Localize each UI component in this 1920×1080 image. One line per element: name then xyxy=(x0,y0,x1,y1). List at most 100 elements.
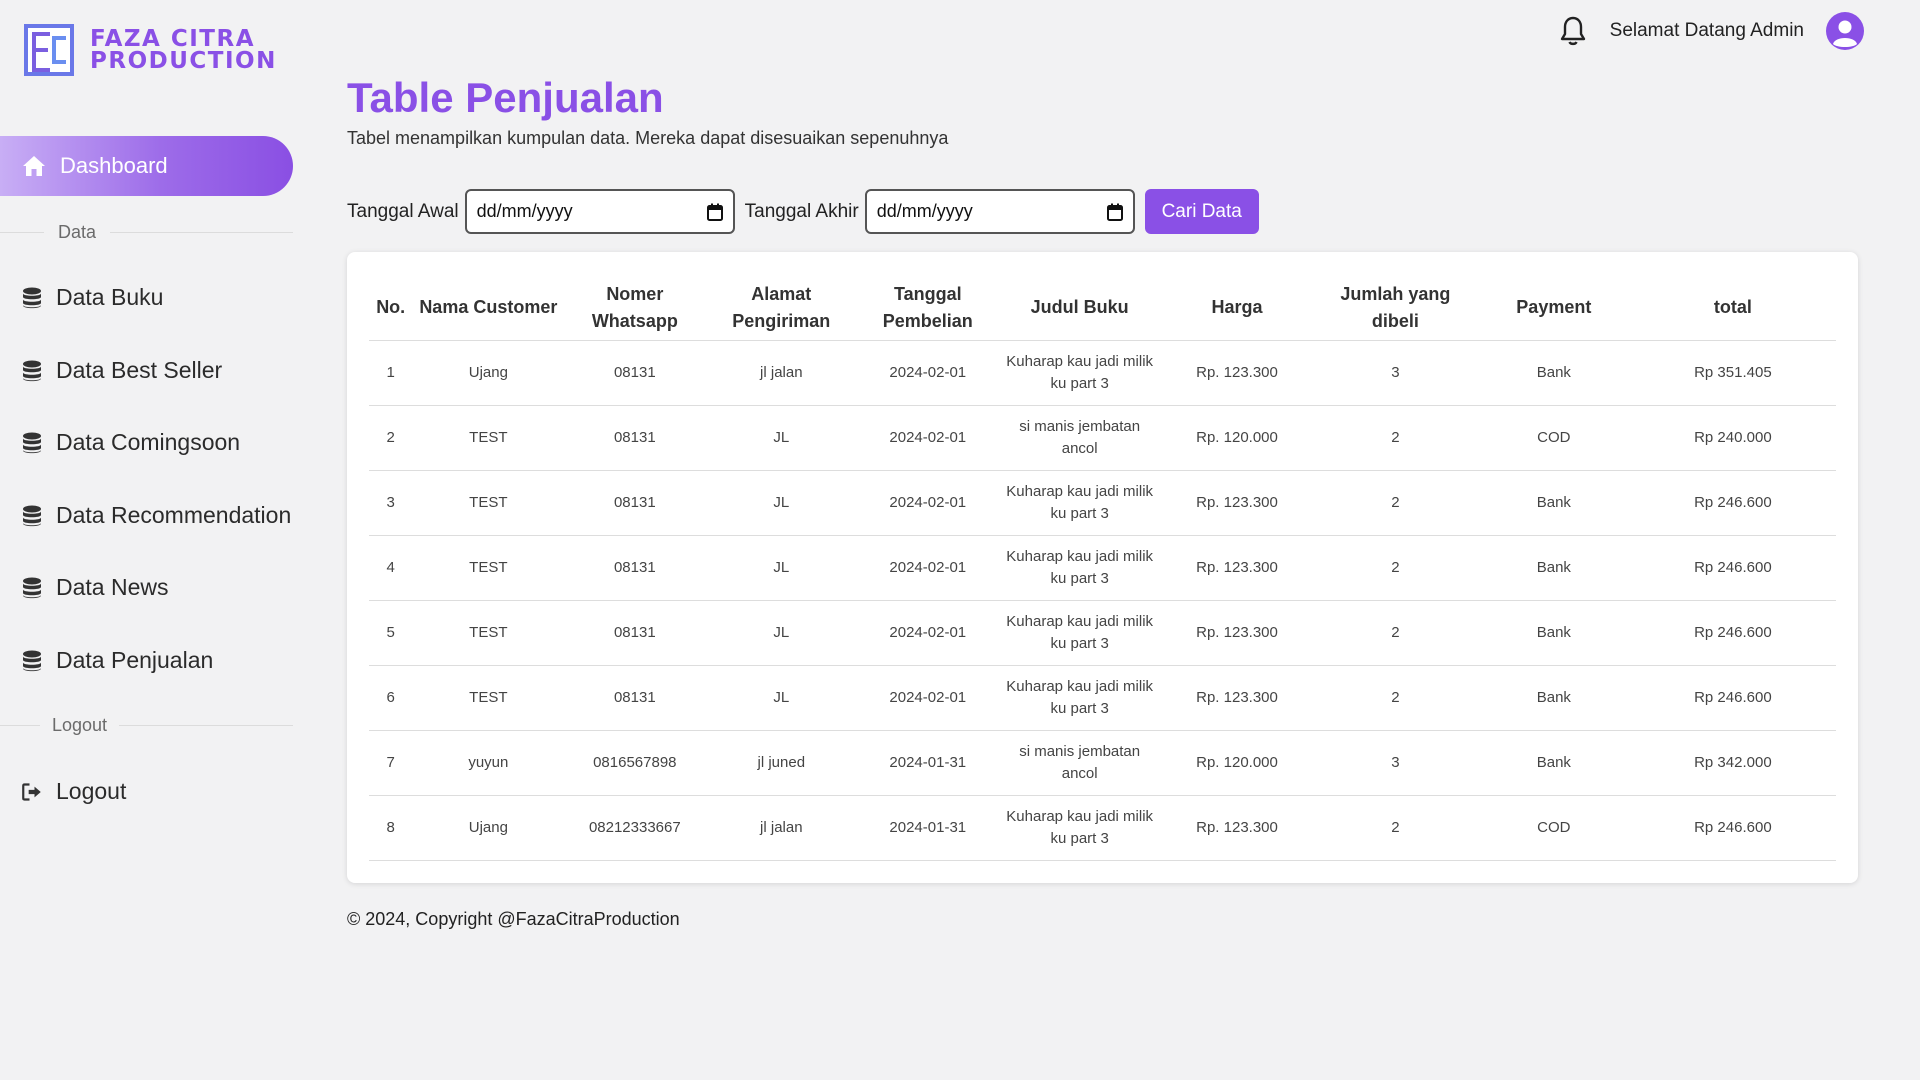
column-header-total[interactable]: total xyxy=(1629,276,1836,341)
database-icon xyxy=(23,360,41,381)
cell-total: Rp 246.600 xyxy=(1629,470,1836,536)
date-filter-bar: Tanggal Awal dd/mm/yyyy Tanggal Akhir dd… xyxy=(347,189,1259,234)
column-header-harga[interactable]: Harga xyxy=(1161,276,1313,341)
sidebar-item-label: Dashboard xyxy=(60,153,168,178)
cell-whatsapp: 08131 xyxy=(564,600,706,666)
cell-date: 2024-02-01 xyxy=(857,535,999,601)
table-body: 1 Ujang 08131 jl jalan 2024-02-01 Kuharap kau… xyxy=(369,340,1836,861)
cell-price: Rp. 120.000 xyxy=(1161,730,1313,796)
cell-book-title: Kuharap kau jadi milik ku part 3 xyxy=(998,795,1162,861)
cell-price: Rp. 123.300 xyxy=(1161,470,1313,536)
cell-address: jl jalan xyxy=(705,340,858,406)
cell-book-title: si manis jembatan ancol xyxy=(998,730,1162,796)
sidebar-item-data-penjualan[interactable]: Data Penjualan xyxy=(22,647,213,674)
cell-price: Rp. 123.300 xyxy=(1161,340,1313,406)
cell-price: Rp. 120.000 xyxy=(1161,405,1313,471)
sidebar: FAZA CITRA PRODUCTION Dashboard Data Dat… xyxy=(0,0,300,1080)
page-title: Table Penjualan xyxy=(347,74,664,121)
sidebar-item-label: Data News xyxy=(56,574,169,600)
section-data-label: Data xyxy=(0,222,293,243)
cell-book-title: Kuharap kau jadi milik ku part 3 xyxy=(998,470,1162,536)
column-header-payment[interactable]: Payment xyxy=(1477,276,1630,341)
column-header-tanggal-pembelian[interactable]: Tanggal Pembelian xyxy=(857,276,999,341)
table-row[interactable]: 2 TEST 08131 JL 2024-02-01 si manis jembatan … xyxy=(369,405,1836,471)
user-avatar-icon[interactable] xyxy=(1826,12,1864,50)
cell-quantity: 2 xyxy=(1312,535,1478,601)
column-header-no[interactable]: No. xyxy=(369,276,413,341)
cell-address: JL xyxy=(705,535,858,601)
cell-book-title: Kuharap kau jadi milik ku part 3 xyxy=(998,340,1162,406)
cell-total: Rp 351.405 xyxy=(1629,340,1836,406)
section-title: Data xyxy=(58,222,97,242)
cell-date: 2024-02-01 xyxy=(857,405,999,471)
cell-book-title: Kuharap kau jadi milik ku part 3 xyxy=(998,535,1162,601)
bell-icon[interactable] xyxy=(1558,15,1588,47)
cell-customer: TEST xyxy=(412,535,565,601)
table-row[interactable]: 5 TEST 08131 JL 2024-02-01 Kuharap kau jadi m… xyxy=(369,600,1836,666)
table-row[interactable]: 4 TEST 08131 JL 2024-02-01 Kuharap kau jadi m… xyxy=(369,535,1836,601)
cell-no: 3 xyxy=(369,470,413,536)
cell-whatsapp: 0816567898 xyxy=(564,730,706,796)
cell-price: Rp. 123.300 xyxy=(1161,535,1313,601)
database-icon xyxy=(23,287,41,308)
sidebar-item-data-recommendation[interactable]: Data Recommendation xyxy=(22,502,291,529)
table-row[interactable]: 8 Ujang 08212333667 jl jalan 2024-01-31 Kuhar… xyxy=(369,795,1836,861)
sidebar-item-data-best-seller[interactable]: Data Best Seller xyxy=(22,357,222,384)
column-header-nama-customer[interactable]: Nama Customer xyxy=(412,276,565,341)
column-header-nomer-whatsapp[interactable]: Nomer Whatsapp xyxy=(564,276,706,341)
calendar-icon[interactable] xyxy=(706,203,723,221)
sidebar-item-dashboard[interactable]: Dashboard xyxy=(0,136,293,196)
sidebar-item-data-buku[interactable]: Data Buku xyxy=(22,284,163,311)
cell-no: 5 xyxy=(369,600,413,666)
section-logout-label: Logout xyxy=(0,715,293,736)
table-row[interactable]: 7 yuyun 0816567898 jl juned 2024-01-31 si man… xyxy=(369,730,1836,796)
cell-whatsapp: 08212333667 xyxy=(564,795,706,861)
column-header-jumlah[interactable]: Jumlah yang dibeli xyxy=(1312,276,1478,341)
sidebar-item-data-news[interactable]: Data News xyxy=(22,574,168,601)
cell-no: 2 xyxy=(369,405,413,471)
cell-payment: Bank xyxy=(1477,340,1630,406)
database-icon xyxy=(23,577,41,598)
welcome-text: Selamat Datang Admin xyxy=(1609,20,1804,41)
cell-address: jl jalan xyxy=(705,795,858,861)
calendar-icon[interactable] xyxy=(1106,203,1123,221)
cell-customer: TEST xyxy=(412,470,565,536)
cell-payment: Bank xyxy=(1477,470,1630,536)
divider xyxy=(119,725,293,726)
cell-total: Rp 240.000 xyxy=(1629,405,1836,471)
sidebar-item-data-comingsoon[interactable]: Data Comingsoon xyxy=(22,429,240,456)
cell-total: Rp 246.600 xyxy=(1629,795,1836,861)
column-header-alamat-pengiriman[interactable]: Alamat Pengiriman xyxy=(705,276,858,341)
database-icon xyxy=(23,650,41,671)
start-date-value: dd/mm/yyyy xyxy=(476,201,573,221)
cell-quantity: 2 xyxy=(1312,795,1478,861)
cell-address: jl juned xyxy=(705,730,858,796)
cell-quantity: 3 xyxy=(1312,730,1478,796)
divider xyxy=(0,232,44,233)
divider xyxy=(0,725,40,726)
search-data-button[interactable]: Cari Data xyxy=(1144,189,1259,234)
start-date-input[interactable]: dd/mm/yyyy xyxy=(464,189,735,234)
cell-no: 8 xyxy=(369,795,413,861)
column-header-judul-buku[interactable]: Judul Buku xyxy=(998,276,1162,341)
sales-table: No. Nama Customer Nomer Whatsapp Alamat … xyxy=(369,276,1836,861)
table-row[interactable]: 6 TEST 08131 JL 2024-02-01 Kuharap kau jadi m… xyxy=(369,665,1836,731)
cell-total: Rp 246.600 xyxy=(1629,535,1836,601)
sidebar-item-logout[interactable]: Logout xyxy=(22,778,126,805)
cell-payment: Bank xyxy=(1477,535,1630,601)
logout-icon xyxy=(22,782,41,801)
cell-quantity: 3 xyxy=(1312,340,1478,406)
sidebar-item-label: Data Buku xyxy=(56,284,164,310)
table-row[interactable]: 1 Ujang 08131 jl jalan 2024-02-01 Kuharap kau… xyxy=(369,340,1836,406)
cell-whatsapp: 08131 xyxy=(564,470,706,536)
cell-address: JL xyxy=(705,665,858,731)
brand-line-1: FAZA CITRA xyxy=(90,26,255,52)
cell-no: 7 xyxy=(369,730,413,796)
brand-name: FAZA CITRA PRODUCTION xyxy=(90,26,277,73)
table-header-row: No. Nama Customer Nomer Whatsapp Alamat … xyxy=(369,276,1836,341)
cell-whatsapp: 08131 xyxy=(564,535,706,601)
table-row[interactable]: 3 TEST 08131 JL 2024-02-01 Kuharap kau jadi m… xyxy=(369,470,1836,536)
end-date-input[interactable]: dd/mm/yyyy xyxy=(864,189,1135,234)
brand-logo[interactable]: FAZA CITRA PRODUCTION xyxy=(22,22,277,78)
cell-quantity: 2 xyxy=(1312,665,1478,731)
